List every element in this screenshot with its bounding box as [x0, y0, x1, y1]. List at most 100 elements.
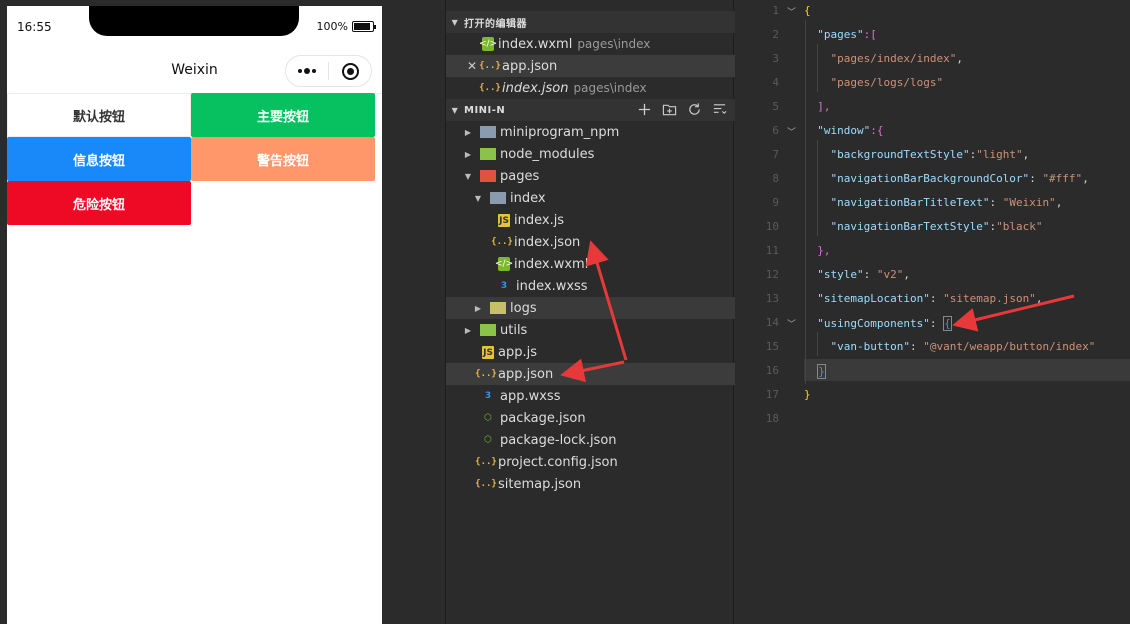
explorer-toolbar — [637, 102, 727, 117]
tree-item-label: utils — [500, 322, 528, 338]
folder-open-icon — [490, 192, 506, 204]
code-line: "usingComponents": { — [817, 316, 952, 331]
js-file-icon: JS — [498, 213, 510, 227]
code-line: "pages/index/index", — [830, 52, 963, 65]
tree-item-label: package-lock.json — [500, 432, 617, 448]
package-file-icon: ⬡ — [484, 413, 492, 423]
line-number: 3 — [772, 52, 779, 65]
code-line: "van-button": "@vant/weapp/button/index" — [830, 340, 1096, 353]
project-header[interactable]: ▼ MINI-N — [446, 99, 735, 121]
line-number: 16 — [765, 364, 779, 377]
line-number: 18 — [765, 412, 779, 425]
battery-percent: 100% — [316, 20, 348, 33]
tree-item-file[interactable]: ⬡ package-lock.json — [446, 429, 735, 451]
tree-item-label: index.json — [514, 234, 581, 250]
fold-chevron-icon[interactable]: ﹀ — [787, 125, 796, 138]
line-number: 1 — [772, 4, 779, 17]
collapse-all-icon[interactable] — [712, 102, 727, 117]
tree-item-label: index.wxss — [516, 278, 588, 294]
tree-item-folder[interactable]: ▶ utils — [446, 319, 735, 341]
tree-item-file[interactable]: 3 index.wxss — [446, 275, 735, 297]
fold-chevron-icon[interactable]: ﹀ — [787, 5, 796, 18]
code-line: "backgroundTextStyle":"light", — [830, 148, 1030, 161]
new-folder-icon[interactable] — [662, 102, 677, 117]
open-editor-path: pages\index — [577, 37, 651, 51]
tree-item-folder[interactable]: ▼ index — [446, 187, 735, 209]
danger-button[interactable]: 危险按钮 — [7, 181, 191, 225]
open-editor-item[interactable]: {..} index.json pages\index — [446, 77, 735, 99]
tree-item-file[interactable]: </> index.wxml — [446, 253, 735, 275]
tree-item-folder[interactable]: ▶ logs — [446, 297, 735, 319]
code-line: "window":{ — [817, 124, 884, 137]
menu-capsule[interactable] — [285, 55, 372, 87]
tree-item-file[interactable]: ⬡ package.json — [446, 407, 735, 429]
tree-item-file-selected[interactable]: {..} app.json — [446, 363, 735, 385]
json-file-icon: {..} — [475, 369, 497, 379]
code-line: "pages":[ — [817, 28, 877, 41]
primary-button[interactable]: 主要按钮 — [191, 93, 375, 137]
open-editor-item-active[interactable]: ✕ {..} app.json — [446, 55, 735, 77]
refresh-icon[interactable] — [687, 102, 702, 117]
line-number: 2 — [772, 28, 779, 41]
line-number: 6 — [772, 124, 779, 137]
matched-bracket: { — [943, 316, 952, 331]
close-icon[interactable]: ✕ — [466, 59, 478, 73]
json-file-icon: {..} — [479, 83, 501, 93]
line-number: 7 — [772, 148, 779, 161]
code-line: "pages/logs/logs" — [830, 76, 944, 89]
project-title: MINI-N — [464, 104, 506, 116]
code-line: }, — [817, 244, 831, 257]
file-explorer: ▼ 打开的编辑器 </> index.wxml pages\index ✕ {.… — [445, 0, 735, 624]
json-file-icon: {..} — [491, 237, 513, 247]
more-dots-icon[interactable] — [286, 68, 328, 74]
open-editor-item[interactable]: </> index.wxml pages\index — [446, 33, 735, 55]
chevron-down-icon: ▼ — [464, 171, 472, 181]
open-editors-title: 打开的编辑器 — [464, 18, 527, 30]
line-number: 13 — [765, 292, 779, 305]
close-target-icon[interactable] — [329, 62, 371, 80]
code-editor[interactable]: 1 2 3 4 5 6 7 8 9 10 11 12 13 14 15 16 1… — [735, 0, 1130, 624]
current-line-highlight — [804, 359, 1130, 381]
tree-item-file[interactable]: JS index.js — [446, 209, 735, 231]
folder-icon — [480, 126, 496, 138]
line-number: 8 — [772, 172, 779, 185]
line-number: 4 — [772, 76, 779, 89]
chevron-right-icon: ▶ — [464, 127, 472, 137]
tree-item-folder[interactable]: ▶ miniprogram_npm — [446, 121, 735, 143]
code-line: "navigationBarTextStyle":"black" — [830, 220, 1043, 233]
tree-item-label: pages — [500, 168, 540, 184]
utils-folder-icon — [480, 324, 496, 336]
tree-item-file[interactable]: {..} sitemap.json — [446, 473, 735, 495]
warning-button[interactable]: 警告按钮 — [191, 137, 375, 181]
js-file-icon: JS — [482, 345, 494, 359]
open-editors-header[interactable]: ▼ 打开的编辑器 — [446, 11, 735, 33]
tree-item-file[interactable]: 3 app.wxss — [446, 385, 735, 407]
line-number: 10 — [765, 220, 779, 233]
tree-item-folder[interactable]: ▼ pages — [446, 165, 735, 187]
json-file-icon: {..} — [479, 61, 501, 71]
fold-chevron-icon[interactable]: ﹀ — [787, 317, 796, 330]
tree-item-file[interactable]: JS app.js — [446, 341, 735, 363]
tree-item-label: package.json — [500, 410, 586, 426]
wxml-file-icon: </> — [478, 37, 498, 51]
tree-item-file[interactable]: {..} index.json — [446, 231, 735, 253]
devtools-window: 16:55 100% Weixin 默认按钮 主要按钮 信息按钮 警告按钮 危险… — [0, 0, 1130, 624]
tree-item-label: sitemap.json — [498, 476, 582, 492]
new-file-icon[interactable] — [637, 102, 652, 117]
tree-item-label: project.config.json — [498, 454, 618, 470]
tree-item-folder[interactable]: ▶ node_modules — [446, 143, 735, 165]
phone-screen: 16:55 100% Weixin 默认按钮 主要按钮 信息按钮 警告按钮 危险… — [7, 6, 382, 624]
code-line: "navigationBarTitleText": "Weixin", — [830, 196, 1063, 209]
default-button[interactable]: 默认按钮 — [7, 93, 191, 137]
info-button[interactable]: 信息按钮 — [7, 137, 191, 181]
open-editor-name: index.json — [502, 80, 569, 96]
tree-item-label: miniprogram_npm — [500, 124, 620, 140]
battery-icon — [352, 21, 376, 32]
open-editor-name: index.wxml — [498, 36, 573, 52]
tree-item-file[interactable]: {..} project.config.json — [446, 451, 735, 473]
code-line: } — [804, 388, 811, 401]
line-number: 15 — [765, 340, 779, 353]
open-editor-path: pages\index — [573, 81, 647, 95]
chevron-down-icon: ▼ — [474, 193, 482, 203]
status-battery: 100% — [316, 20, 376, 33]
